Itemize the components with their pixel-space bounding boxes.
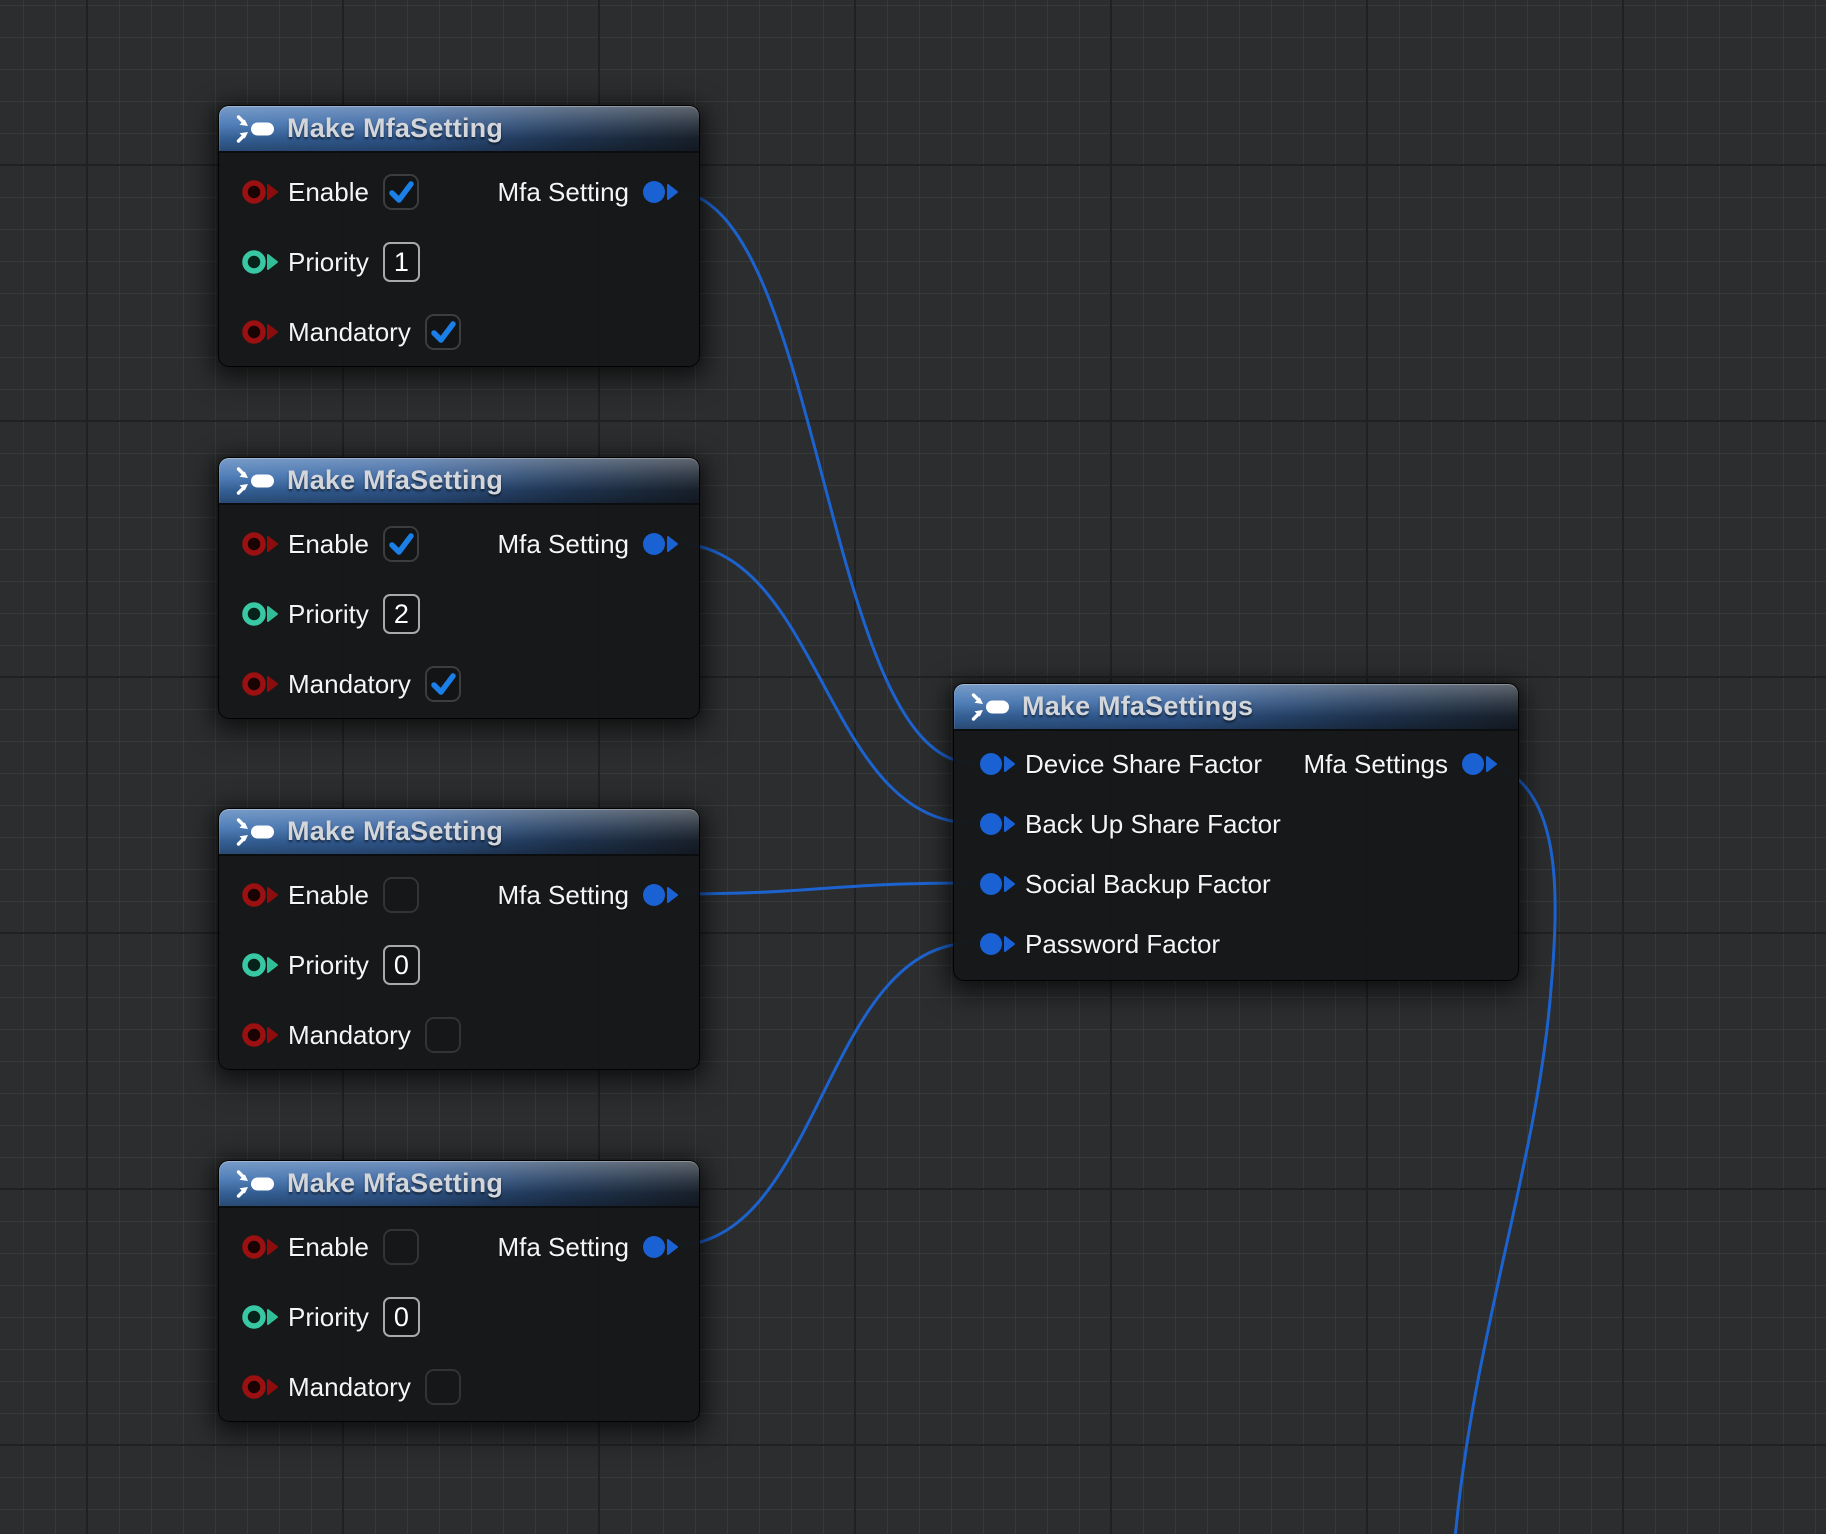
pin-boolean-input[interactable]: [241, 319, 279, 345]
pin-struct-output[interactable]: [641, 179, 679, 205]
mandatory-checkbox[interactable]: [425, 1017, 461, 1053]
output-row-mfa-setting: Mfa Setting: [219, 522, 699, 566]
output-row-mfa-setting: Mfa Setting: [219, 873, 699, 917]
node-make-mfasetting[interactable]: Make MfaSettingEnablePriority0MandatoryM…: [218, 1160, 700, 1422]
pin-struct-input[interactable]: [978, 871, 1016, 897]
node-header[interactable]: Make MfaSettings: [954, 684, 1518, 731]
pin-label: Mandatory: [288, 317, 411, 348]
node-title: Make MfaSettings: [1022, 691, 1253, 722]
pin-integer-input[interactable]: [241, 601, 279, 627]
node-header[interactable]: Make MfaSetting: [219, 1161, 699, 1208]
pin-struct-output[interactable]: [641, 882, 679, 908]
make-struct-icon: [969, 692, 1011, 722]
priority-input[interactable]: 0: [383, 945, 420, 985]
node-header[interactable]: Make MfaSetting: [219, 809, 699, 856]
mandatory-checkbox[interactable]: [425, 1369, 461, 1405]
input-row-priority: Priority 1: [219, 240, 699, 284]
input-row-mandatory: Mandatory: [219, 310, 699, 354]
pin-struct-input[interactable]: [978, 931, 1016, 957]
pin-label: Social Backup Factor: [1025, 869, 1271, 900]
pin-label: Priority: [288, 247, 369, 278]
pin-label: Password Factor: [1025, 929, 1220, 960]
pin-struct-input[interactable]: [978, 811, 1016, 837]
priority-input[interactable]: 0: [383, 1297, 420, 1337]
priority-input[interactable]: 1: [383, 242, 420, 282]
priority-input[interactable]: 2: [383, 594, 420, 634]
pin-label: Priority: [288, 950, 369, 981]
input-row-mandatory: Mandatory: [219, 1013, 699, 1057]
input-row-priority: Priority 2: [219, 592, 699, 636]
input-row-mandatory: Mandatory: [219, 662, 699, 706]
mandatory-checkbox[interactable]: [425, 666, 461, 702]
pin-label: Mandatory: [288, 669, 411, 700]
pin-integer-input[interactable]: [241, 249, 279, 275]
pin-label: Mfa Settings: [1303, 749, 1448, 780]
pin-label: Mfa Setting: [497, 529, 629, 560]
input-row-password-factor: Password Factor: [954, 922, 1518, 966]
pin-boolean-input[interactable]: [241, 671, 279, 697]
input-row-priority: Priority 0: [219, 1295, 699, 1339]
pin-label: Priority: [288, 599, 369, 630]
pin-label: Mfa Setting: [497, 1232, 629, 1263]
pin-label: Priority: [288, 1302, 369, 1333]
output-row-mfa-settings: Mfa Settings: [954, 742, 1518, 786]
pin-label: Mandatory: [288, 1020, 411, 1051]
pin-boolean-input[interactable]: [241, 1022, 279, 1048]
wire[interactable]: [672, 883, 973, 894]
make-struct-icon: [234, 817, 276, 847]
check-icon: [429, 318, 457, 346]
wire[interactable]: [672, 943, 973, 1246]
node-make-mfasetting[interactable]: Make MfaSettingEnablePriority0MandatoryM…: [218, 808, 700, 1070]
pin-label: Mandatory: [288, 1372, 411, 1403]
pin-integer-input[interactable]: [241, 952, 279, 978]
node-header[interactable]: Make MfaSetting: [219, 458, 699, 505]
wire[interactable]: [672, 543, 973, 823]
mandatory-checkbox[interactable]: [425, 314, 461, 350]
node-make-mfasettings[interactable]: Make MfaSettingsDevice Share FactorBack …: [953, 683, 1519, 981]
make-struct-icon: [234, 114, 276, 144]
pin-boolean-input[interactable]: [241, 1374, 279, 1400]
pin-struct-output[interactable]: [1460, 751, 1498, 777]
pin-struct-output[interactable]: [641, 531, 679, 557]
node-title: Make MfaSetting: [287, 465, 503, 496]
pin-integer-input[interactable]: [241, 1304, 279, 1330]
input-row-mandatory: Mandatory: [219, 1365, 699, 1409]
make-struct-icon: [234, 466, 276, 496]
pin-label: Mfa Setting: [497, 177, 629, 208]
output-row-mfa-setting: Mfa Setting: [219, 170, 699, 214]
input-row-back-up-share-factor: Back Up Share Factor: [954, 802, 1518, 846]
make-struct-icon: [234, 1169, 276, 1199]
node-title: Make MfaSetting: [287, 816, 503, 847]
blueprint-canvas[interactable]: Make MfaSettingEnablePriority1MandatoryM…: [0, 0, 1826, 1534]
node-title: Make MfaSetting: [287, 1168, 503, 1199]
node-header[interactable]: Make MfaSetting: [219, 106, 699, 153]
check-icon: [429, 670, 457, 698]
node-make-mfasetting[interactable]: Make MfaSettingEnablePriority1MandatoryM…: [218, 105, 700, 367]
pin-label: Mfa Setting: [497, 880, 629, 911]
input-row-social-backup-factor: Social Backup Factor: [954, 862, 1518, 906]
pin-label: Back Up Share Factor: [1025, 809, 1281, 840]
input-row-priority: Priority 0: [219, 943, 699, 987]
wire[interactable]: [672, 191, 973, 763]
output-row-mfa-setting: Mfa Setting: [219, 1225, 699, 1269]
node-title: Make MfaSetting: [287, 113, 503, 144]
pin-struct-output[interactable]: [641, 1234, 679, 1260]
node-make-mfasetting[interactable]: Make MfaSettingEnablePriority2MandatoryM…: [218, 457, 700, 719]
